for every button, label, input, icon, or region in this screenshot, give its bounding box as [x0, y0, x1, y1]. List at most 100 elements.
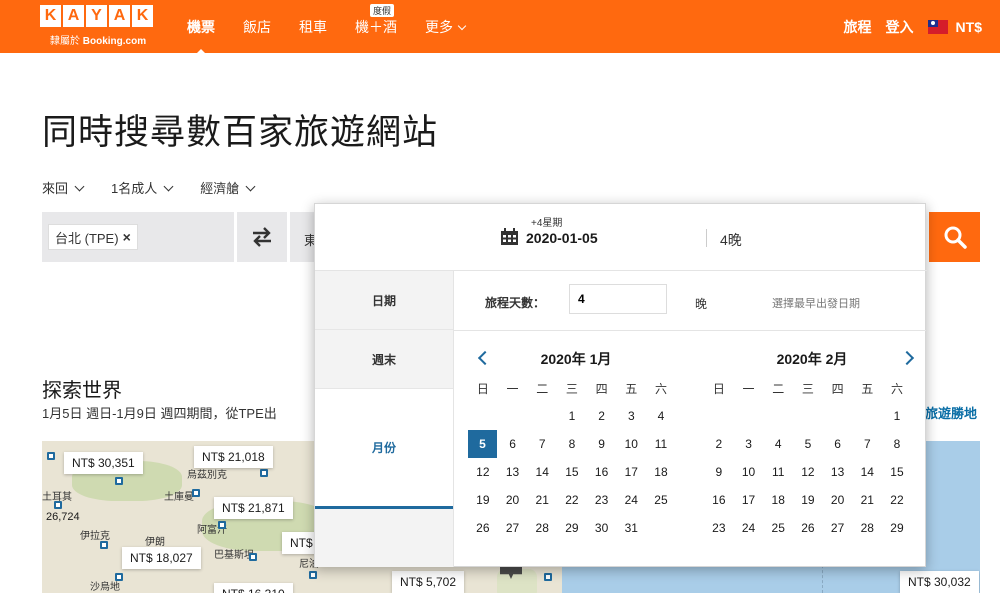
calendar-day[interactable]: 13 — [498, 458, 528, 486]
map-pin[interactable] — [192, 489, 200, 497]
calendar-day[interactable]: 28 — [527, 514, 557, 542]
map-price-tag[interactable]: NT$ 21,871 — [214, 497, 293, 519]
nav-cars[interactable]: 租車 — [299, 17, 327, 37]
calendar-day[interactable]: 25 — [763, 514, 793, 542]
map-price-tag[interactable]: NT$ 21,018 — [194, 446, 273, 468]
calendar-day[interactable]: 4 — [646, 402, 676, 430]
map-pin[interactable] — [100, 541, 108, 549]
calendar-day[interactable]: 8 — [557, 430, 587, 458]
map-price-tag[interactable]: 26,724 — [46, 511, 80, 523]
calendar-day[interactable]: 17 — [616, 458, 646, 486]
calendar-day[interactable]: 19 — [793, 486, 823, 514]
login-link[interactable]: 登入 — [886, 17, 914, 37]
currency-selector[interactable]: NT$ — [927, 19, 982, 35]
calendar-day[interactable]: 18 — [646, 458, 676, 486]
calendar-day[interactable]: 23 — [704, 514, 734, 542]
calendar-day[interactable]: 16 — [587, 458, 617, 486]
calendar-day[interactable]: 29 — [882, 514, 912, 542]
calendar-day[interactable]: 28 — [852, 514, 882, 542]
calendar-day[interactable]: 21 — [527, 486, 557, 514]
calendar-day[interactable]: 18 — [763, 486, 793, 514]
calendar-day[interactable]: 10 — [616, 430, 646, 458]
nav-more[interactable]: 更多 — [425, 17, 467, 37]
map-price-tag[interactable]: NT$ 5,702 — [392, 571, 465, 593]
map-pin[interactable] — [260, 469, 268, 477]
calendar-day[interactable]: 15 — [557, 458, 587, 486]
calendar-day[interactable]: 22 — [882, 486, 912, 514]
calendar-day[interactable]: 15 — [882, 458, 912, 486]
calendar-day[interactable]: 26 — [468, 514, 498, 542]
calendar-day[interactable]: 1 — [882, 402, 912, 430]
map-pin[interactable] — [309, 571, 317, 579]
calendar-day[interactable]: 5 — [793, 430, 823, 458]
calendar-day[interactable]: 9 — [704, 458, 734, 486]
tab-weekends[interactable]: 週末 — [315, 330, 453, 389]
map-price-tag[interactable]: NT$ 18,027 — [122, 547, 201, 569]
nav-packages[interactable]: 度假 機＋酒 — [355, 3, 397, 37]
calendar-day[interactable]: 20 — [823, 486, 853, 514]
calendar-day[interactable]: 3 — [616, 402, 646, 430]
calendar-day[interactable]: 29 — [557, 514, 587, 542]
calendar-day[interactable]: 4 — [763, 430, 793, 458]
origin-field[interactable]: 台北 (TPE) × — [42, 212, 234, 262]
calendar-day[interactable]: 6 — [498, 430, 528, 458]
trip-type-select[interactable]: 來回 — [42, 178, 85, 197]
calendar-day[interactable]: 30 — [587, 514, 617, 542]
tab-months[interactable]: 月份 — [315, 389, 453, 509]
calendar-day[interactable]: 8 — [882, 430, 912, 458]
swap-button[interactable] — [237, 212, 287, 262]
calendar-day[interactable]: 24 — [734, 514, 764, 542]
kayak-logo[interactable]: K A Y A K — [40, 5, 153, 27]
calendar-day[interactable]: 17 — [734, 486, 764, 514]
map-pin[interactable] — [544, 573, 552, 581]
calendar-day[interactable]: 22 — [557, 486, 587, 514]
map-pin[interactable] — [249, 553, 257, 561]
remove-origin-icon[interactable]: × — [123, 229, 131, 245]
calendar-day[interactable]: 11 — [646, 430, 676, 458]
calendar-day[interactable]: 26 — [793, 514, 823, 542]
calendar-day[interactable]: 12 — [793, 458, 823, 486]
tab-dates[interactable]: 日期 — [315, 271, 453, 330]
calendar-day[interactable]: 2 — [587, 402, 617, 430]
map-pin[interactable] — [115, 477, 123, 485]
calendar-day-selected[interactable]: 5 — [468, 430, 497, 458]
trip-length-input[interactable] — [569, 284, 667, 314]
map-pin[interactable] — [54, 501, 62, 509]
calendar-day[interactable]: 2 — [704, 430, 734, 458]
map-price-tag[interactable]: NT$ 30,032 — [900, 571, 979, 593]
nav-hotels[interactable]: 飯店 — [243, 17, 271, 37]
calendar-day[interactable]: 7 — [527, 430, 557, 458]
calendar-day[interactable]: 1 — [557, 402, 587, 430]
calendar-day[interactable]: 3 — [734, 430, 764, 458]
explore-destinations-link[interactable]: 旅遊勝地 — [925, 403, 977, 422]
calendar-day[interactable]: 23 — [587, 486, 617, 514]
calendar-day[interactable]: 19 — [468, 486, 498, 514]
calendar-day[interactable]: 7 — [852, 430, 882, 458]
calendar-day[interactable]: 11 — [763, 458, 793, 486]
map-pin[interactable] — [218, 521, 226, 529]
map-pin[interactable] — [115, 573, 123, 581]
calendar-day[interactable]: 6 — [823, 430, 853, 458]
calendar-day[interactable]: 14 — [852, 458, 882, 486]
calendar-day[interactable]: 14 — [527, 458, 557, 486]
trips-link[interactable]: 旅程 — [844, 17, 872, 37]
calendar-day[interactable]: 31 — [616, 514, 646, 542]
calendar-day[interactable]: 21 — [852, 486, 882, 514]
search-button[interactable] — [929, 212, 980, 262]
calendar-day[interactable]: 27 — [823, 514, 853, 542]
calendar-day[interactable]: 27 — [498, 514, 528, 542]
calendar-day[interactable]: 9 — [587, 430, 617, 458]
nights-count[interactable]: 4晚 — [720, 230, 742, 250]
departure-date[interactable]: 2020-01-05 — [526, 230, 598, 246]
map-price-tag[interactable]: NT$ 16,310 — [214, 583, 293, 593]
calendar-day[interactable]: 13 — [823, 458, 853, 486]
nav-flights[interactable]: 機票 — [187, 17, 215, 56]
calendar-day[interactable]: 16 — [704, 486, 734, 514]
map-pin[interactable] — [47, 452, 55, 460]
map-price-tag[interactable]: NT$ 30,351 — [64, 452, 143, 474]
calendar-day[interactable]: 24 — [616, 486, 646, 514]
calendar-day[interactable]: 10 — [734, 458, 764, 486]
calendar-day[interactable]: 25 — [646, 486, 676, 514]
cabin-select[interactable]: 經濟艙 — [200, 178, 256, 197]
passengers-select[interactable]: 1名成人 — [111, 178, 174, 197]
